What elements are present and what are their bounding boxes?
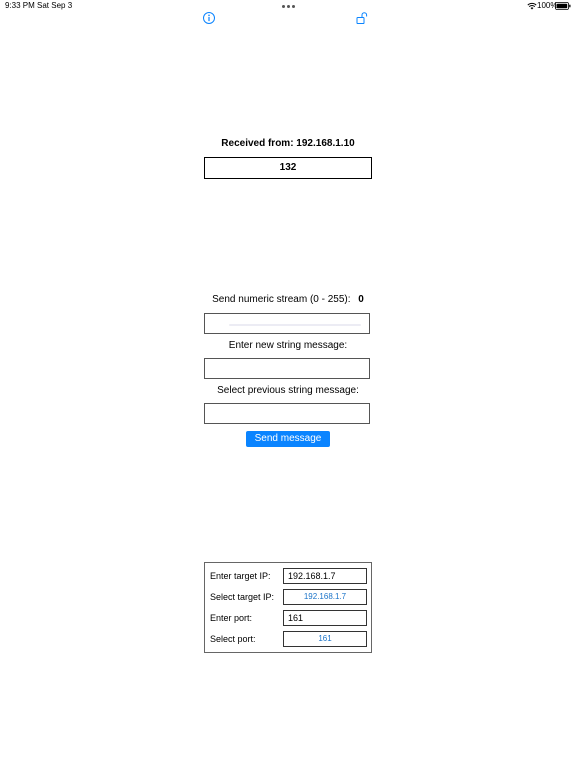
slider-track xyxy=(229,324,361,326)
received-from-label: Received from: 192.168.1.10 xyxy=(221,138,355,149)
numeric-stream-slider[interactable] xyxy=(204,313,370,334)
connection-settings-panel: Enter target IP: 192.168.1.7 Select targ… xyxy=(204,562,372,653)
battery-icon xyxy=(555,2,571,10)
unlocked-padlock-icon[interactable] xyxy=(355,11,369,25)
select-port-dropdown[interactable]: 161 xyxy=(283,631,367,647)
multitasking-dots-icon[interactable] xyxy=(282,5,295,8)
info-circle-icon[interactable] xyxy=(202,11,216,25)
select-target-ip-label: Select target IP: xyxy=(210,592,275,602)
status-date: Sat Sep 3 xyxy=(37,1,73,10)
port-label: Enter port: xyxy=(210,613,253,623)
port-input[interactable]: 161 xyxy=(283,610,367,626)
previous-message-select[interactable] xyxy=(204,403,370,424)
select-target-ip-dropdown[interactable]: 192.168.1.7 xyxy=(283,589,367,605)
numeric-stream-label-row: Send numeric stream (0 - 255): 0 xyxy=(0,294,576,306)
previous-message-label: Select previous string message: xyxy=(217,385,359,396)
string-message-label: Enter new string message: xyxy=(228,340,348,351)
wifi-icon xyxy=(527,2,537,10)
target-ip-label: Enter target IP: xyxy=(210,571,271,581)
status-time: 9:33 PM xyxy=(5,1,35,10)
numeric-stream-value: 0 xyxy=(358,294,364,305)
app-screen: 9:33 PM Sat Sep 3 100% Received from: 19… xyxy=(0,0,576,768)
send-message-button[interactable]: Send message xyxy=(246,431,330,447)
numeric-stream-label: Send numeric stream (0 - 255): xyxy=(212,294,351,305)
string-message-input[interactable] xyxy=(204,358,370,379)
select-port-label: Select port: xyxy=(210,634,256,644)
target-ip-input[interactable]: 192.168.1.7 xyxy=(283,568,367,584)
received-value-field: 132 xyxy=(204,157,372,179)
